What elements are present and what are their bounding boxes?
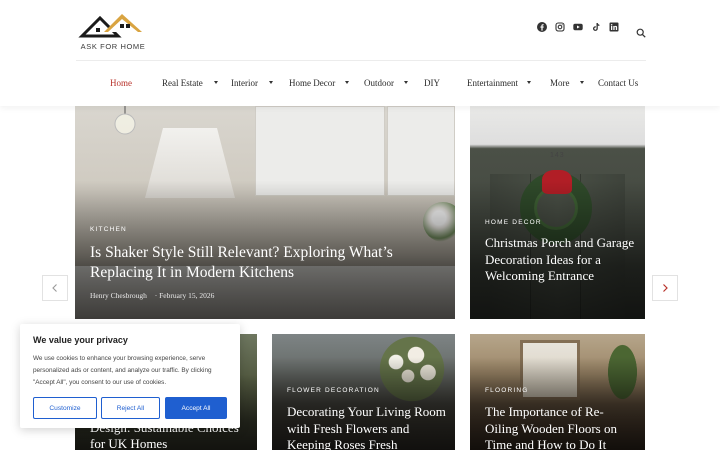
nav-item-outdoor[interactable]: Outdoor [364,73,408,93]
post-date: February 15, 2026 [159,291,215,300]
post-title[interactable]: Decorating Your Living Room with Fresh F… [287,404,447,450]
featured-post-main[interactable]: KITCHEN Is Shaker Style Still Relevant? … [75,106,455,319]
grid-post-2[interactable]: FLOWER DECORATION Decorating Your Living… [272,334,455,450]
post-category[interactable]: FLOORING [485,387,529,394]
chevron-down-icon [213,80,218,84]
nav-item-entertainment[interactable]: Entertainment [467,73,531,93]
chevron-down-icon [526,80,531,84]
slider-prev-button[interactable] [42,275,68,301]
chevron-down-icon [404,80,408,84]
logo-text: ASK FOR HOME [80,42,146,51]
accept-all-button[interactable]: Accept All [165,397,227,419]
nav-item-contact-us[interactable]: Contact Us [598,73,638,93]
post-meta: Henry Chesbrough · February 15, 2026 [90,291,215,300]
featured-post-side[interactable]: 143 HOME DECOR Christmas Porch and Garag… [470,106,645,319]
nav-item-diy[interactable]: DIY [424,73,440,93]
nav-item-more[interactable]: More [550,73,584,93]
tiktok-icon[interactable] [591,22,601,32]
site-logo[interactable]: ASK FOR HOME [76,10,150,54]
facebook-icon[interactable] [537,22,547,32]
cookie-consent-banner: We value your privacy We use cookies to … [20,324,240,428]
post-title[interactable]: Is Shaker Style Still Relevant? Explorin… [90,243,440,283]
post-category[interactable]: KITCHEN [90,226,127,233]
slider-next-button[interactable] [652,275,678,301]
nav-item-home-decor[interactable]: Home Decor [289,73,350,93]
site-header: ASK FOR HOME Home Real Estate Interior H… [0,0,720,106]
instagram-icon[interactable] [555,22,565,32]
chevron-down-icon [579,80,584,84]
reject-all-button[interactable]: Reject All [101,397,160,419]
cookie-text: We use cookies to enhance your browsing … [33,355,212,386]
cookie-title: We value your privacy [33,335,128,345]
chevron-left-icon [52,284,57,292]
post-title[interactable]: The Importance of Re-Oiling Wooden Floor… [485,404,635,450]
customize-button[interactable]: Customize [33,397,97,419]
post-title[interactable]: Christmas Porch and Garage Decoration Id… [485,235,635,285]
search-icon[interactable] [636,25,646,38]
post-category[interactable]: HOME DECOR [485,219,542,226]
nav-item-home[interactable]: Home [110,73,132,93]
header-divider [76,60,646,61]
nav-item-real-estate[interactable]: Real Estate [162,73,218,93]
chevron-down-icon [269,80,273,84]
post-category[interactable]: FLOWER DECORATION [287,387,380,394]
house-logo-icon [78,14,142,38]
social-links [537,22,619,32]
chevron-right-icon [663,284,668,292]
nav-item-interior[interactable]: Interior [231,73,273,93]
linkedin-icon[interactable] [609,22,619,32]
grid-post-3[interactable]: FLOORING The Importance of Re-Oiling Woo… [470,334,645,450]
main-nav: Home Real Estate Interior Home Decor Out… [0,73,720,93]
youtube-icon[interactable] [573,22,583,32]
chevron-down-icon [345,80,350,84]
post-author[interactable]: Henry Chesbrough [90,291,147,300]
